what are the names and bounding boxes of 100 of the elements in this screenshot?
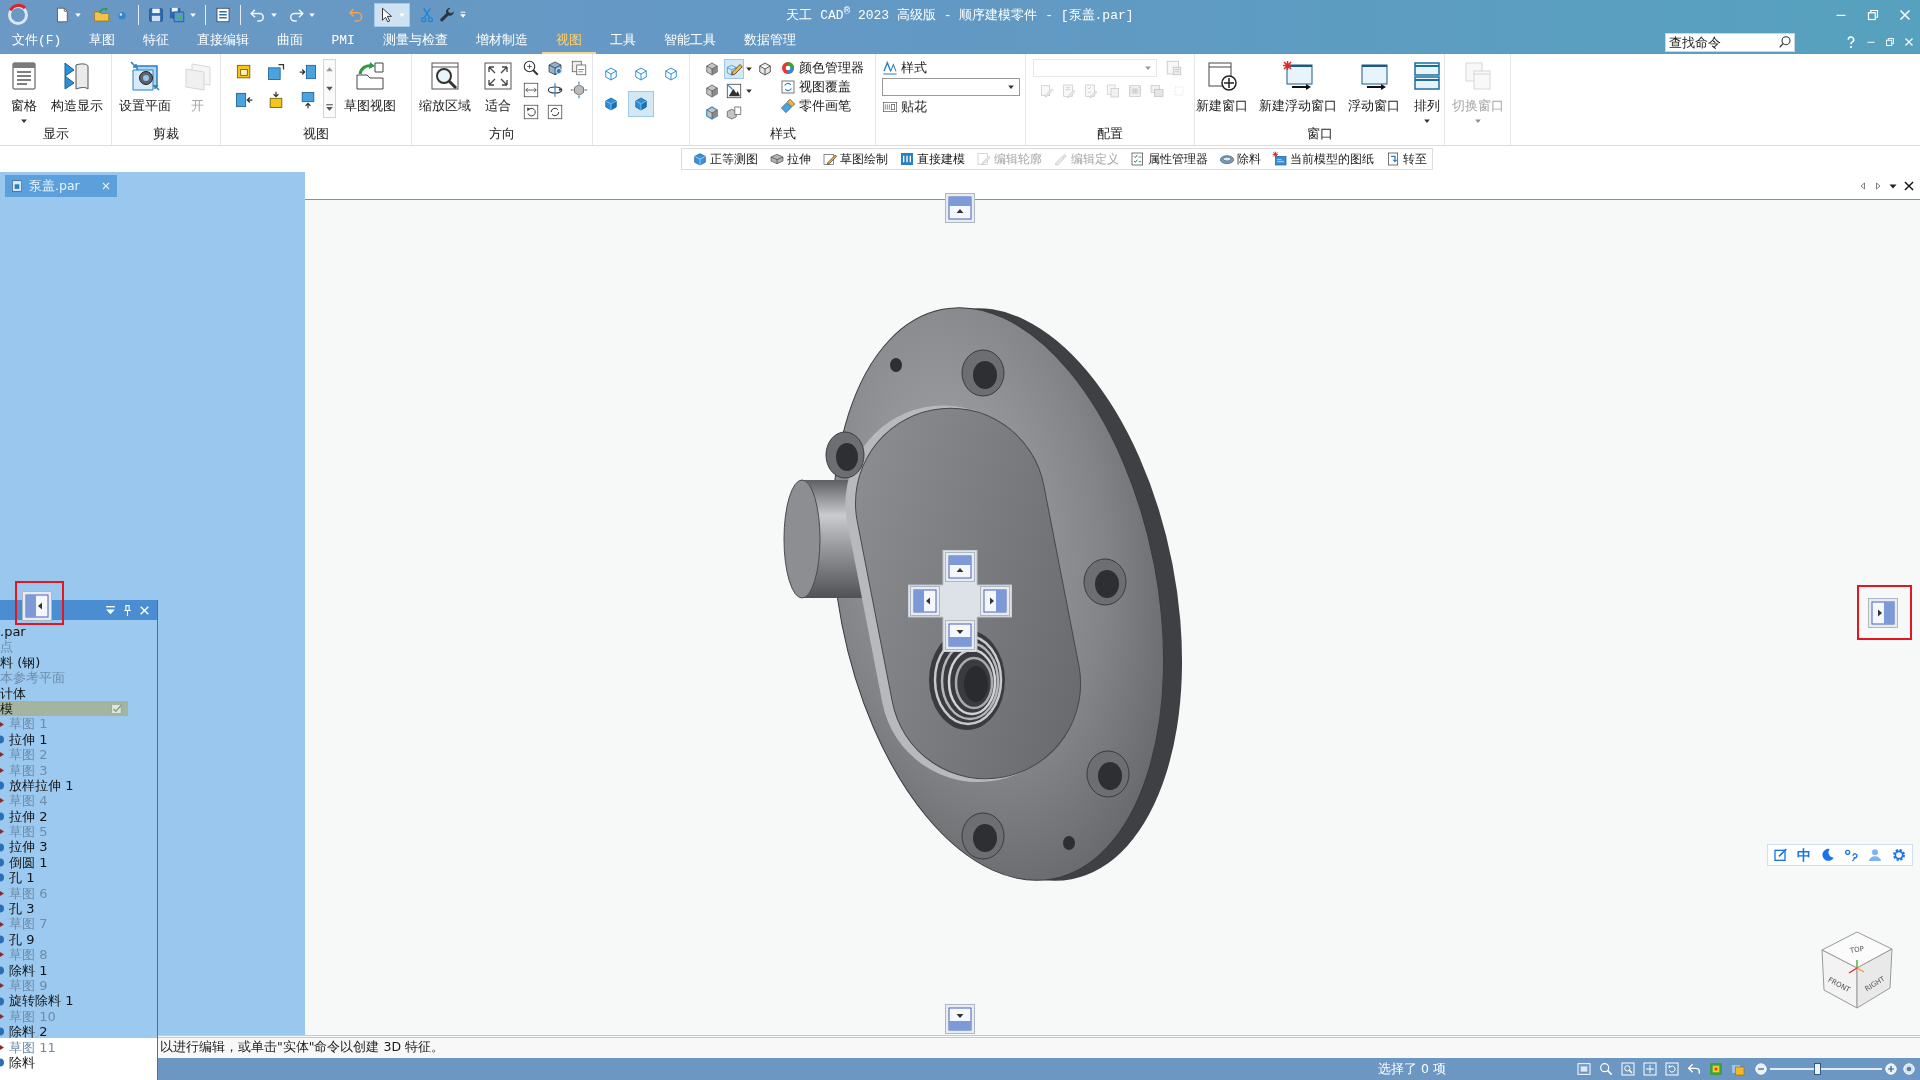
tree-item[interactable]: 孔 3	[0, 901, 128, 917]
command-bar-button[interactable]: 直接建模	[899, 150, 965, 168]
command-bar-button[interactable]: 草图绘制	[822, 150, 888, 168]
box-corner-icon[interactable]	[265, 62, 286, 82]
ribbon-button[interactable]: 适合	[479, 59, 517, 113]
ribbon-button[interactable]: 窗格	[5, 59, 43, 125]
ribbon-button[interactable]: 缩放区域	[416, 59, 474, 113]
box-arrow-icon[interactable]	[233, 90, 254, 110]
bolt-hole	[1086, 750, 1130, 798]
search-icon[interactable]	[1777, 34, 1793, 50]
tree-item[interactable]: 除料 1	[0, 962, 128, 978]
copy-view-icon[interactable]	[570, 59, 588, 77]
user-icon[interactable]	[1867, 847, 1883, 863]
dock-right-icon[interactable]	[1857, 585, 1912, 640]
expand-gallery-icon[interactable]	[323, 98, 335, 117]
list-sheet-icon[interactable]	[214, 6, 232, 24]
command-bar-button[interactable]: 属性管理器	[1130, 150, 1208, 168]
view-options-icon[interactable]	[1902, 1062, 1916, 1076]
command-bar-button[interactable]: 正等测图	[692, 150, 758, 168]
shaded-cube-icon[interactable]	[628, 91, 654, 117]
tree-item[interactable]: 孔 1	[0, 870, 128, 886]
open-folder-icon[interactable]	[93, 6, 111, 24]
dock-left-icon[interactable]	[910, 586, 940, 616]
ribbon-button[interactable]: 新建浮动窗口	[1256, 59, 1340, 113]
ribbon-command[interactable]: 颜色管理器	[779, 59, 864, 76]
command-bar-button[interactable]: 转至	[1385, 150, 1427, 168]
ribbon-command[interactable]: 视图覆盖	[779, 78, 864, 95]
checkbox-icon	[110, 701, 124, 716]
tree-item[interactable]: 除料	[0, 1054, 128, 1071]
zoom-out-icon[interactable]	[1754, 1062, 1768, 1076]
pin-icon[interactable]	[121, 603, 134, 617]
zoom-area-icon[interactable]	[1620, 1061, 1636, 1077]
fit-width-icon[interactable]	[522, 81, 540, 99]
tree-item[interactable]: 拉伸 3	[0, 839, 128, 855]
ribbon-button[interactable]: 排列	[1408, 59, 1446, 125]
select-tool[interactable]	[374, 3, 410, 27]
command-bar-button[interactable]: 当前模型的图纸	[1272, 150, 1374, 168]
tree-item[interactable]: .par	[0, 624, 128, 640]
customize-icon[interactable]	[459, 11, 467, 19]
dock-top-icon[interactable]	[945, 552, 975, 582]
caret-icon[interactable]	[744, 65, 753, 73]
tree-item[interactable]: 草图 11	[0, 1039, 128, 1055]
command-bar-button[interactable]: 除料	[1219, 150, 1261, 168]
render-mode-icon[interactable]	[1708, 1061, 1724, 1077]
tree-item[interactable]: 模	[0, 700, 128, 717]
tree-item[interactable]: 计体	[0, 685, 128, 701]
zoom-icon[interactable]	[522, 59, 540, 77]
close-icon[interactable]	[1902, 178, 1916, 193]
dock-left-icon[interactable]	[15, 581, 64, 625]
spin-cube-icon[interactable]	[570, 81, 588, 99]
punctuation-icon[interactable]	[1843, 847, 1859, 863]
collapse-icon[interactable]	[104, 603, 117, 617]
ribbon-button[interactable]: 构造显示	[48, 59, 106, 113]
style-dropdown[interactable]	[881, 78, 1020, 96]
refresh-view-icon[interactable]	[546, 103, 564, 121]
app-logo-icon[interactable]	[6, 3, 30, 27]
dock-right-icon[interactable]	[980, 586, 1010, 616]
tree-item[interactable]: 倒圆 1	[0, 854, 128, 871]
moon-icon[interactable]	[1819, 847, 1835, 863]
pencil-cube-icon[interactable]	[723, 59, 744, 79]
previous-view-icon[interactable]	[1686, 1061, 1702, 1077]
zoom-in-icon[interactable]	[1884, 1062, 1898, 1076]
tree-item[interactable]: 料 (钢)	[0, 654, 128, 671]
pan-icon[interactable]	[1642, 1061, 1658, 1077]
save-copy-icon[interactable]	[168, 6, 186, 24]
tree-item[interactable]: 放样拉伸 1	[0, 777, 128, 794]
orbit-icon[interactable]	[546, 81, 564, 99]
rotate-view-icon[interactable]	[522, 103, 540, 121]
bolt-hole	[825, 431, 865, 479]
ribbon-button[interactable]: 浮动窗口	[1345, 59, 1403, 113]
undo-icon[interactable]	[249, 6, 267, 24]
ribbon-button[interactable]: 设置平面	[115, 59, 174, 113]
ribbon-command[interactable]: 贴花	[881, 98, 927, 115]
dock-bottom-icon[interactable]	[945, 1004, 975, 1034]
settings-icon[interactable]	[1891, 847, 1907, 863]
restore-icon[interactable]	[1883, 35, 1897, 49]
input-mode-toggle[interactable]: 中	[1797, 847, 1811, 863]
zoom-slider-thumb[interactable]	[1814, 1063, 1822, 1075]
ribbon-button[interactable]: 草图视图	[340, 59, 399, 113]
ribbon-button[interactable]: 新建窗口	[1193, 59, 1251, 113]
search-field[interactable]: 查找命令	[1665, 32, 1795, 52]
tree-item[interactable]: 除料 2	[0, 1024, 128, 1040]
ribbon-command[interactable]: 样式	[881, 59, 927, 76]
tree-item[interactable]: 孔 9	[0, 931, 128, 948]
redo-icon[interactable]	[287, 6, 305, 24]
tree-item[interactable]: 旋转除料 1	[0, 993, 128, 1009]
caret-icon[interactable]	[744, 87, 753, 95]
pen-box-icon[interactable]	[1773, 847, 1789, 863]
rotate-cube-icon[interactable]	[546, 59, 564, 77]
wrench-icon[interactable]	[438, 6, 456, 24]
command-bar-button[interactable]: 拉伸	[769, 150, 811, 168]
ribbon-command[interactable]: 零件画笔	[779, 97, 864, 114]
fit-window-icon[interactable]	[1576, 1061, 1592, 1077]
box-arrow-icon[interactable]	[297, 62, 318, 82]
tree-item[interactable]: 拉伸 2	[0, 808, 128, 825]
dock-bottom-icon[interactable]	[945, 620, 975, 650]
tree-item[interactable]: 拉伸 1	[0, 731, 128, 748]
save-icon[interactable]	[147, 6, 165, 24]
rotate-icon[interactable]	[1664, 1061, 1680, 1077]
dock-top-icon[interactable]	[945, 193, 975, 223]
